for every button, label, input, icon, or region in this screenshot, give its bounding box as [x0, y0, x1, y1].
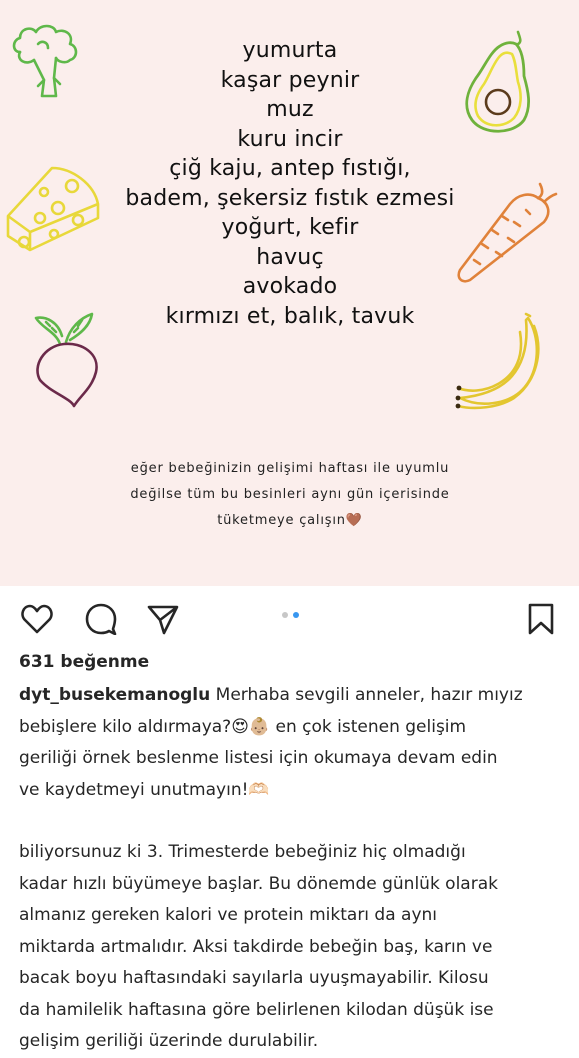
- action-bar: [0, 586, 579, 650]
- caption-text: Merhaba sevgili anneler, hazır mıyız: [215, 685, 523, 705]
- caption: dyt_busekemanoglu Merhaba sevgili annele…: [19, 680, 567, 1058]
- note-line: eğer bebeğinizin gelişimi haftası ile uy…: [130, 461, 450, 476]
- food-item: kuru incir: [237, 126, 343, 152]
- food-list: yumurta kaşar peynir muz kuru incir çiğ …: [90, 36, 490, 331]
- carousel-indicator: [282, 612, 299, 618]
- food-item: yoğurt, kefir: [221, 215, 359, 240]
- caption-line: miktarda artmalıdır. Aksi takdirde bebeğ…: [19, 936, 493, 957]
- food-item: havuç: [256, 244, 324, 270]
- food-item: avokado: [242, 274, 338, 299]
- caption-line: bebişlere kilo aldırmaya?😍👶🏼 en çok iste…: [19, 716, 467, 737]
- cheese-icon: [6, 166, 100, 252]
- note-line: tüketmeye çalışın🤎: [217, 513, 363, 528]
- carousel-dot-active[interactable]: [293, 612, 299, 618]
- username-link[interactable]: dyt_busekemanoglu: [19, 685, 210, 705]
- comment-icon[interactable]: [84, 602, 118, 636]
- food-item: çiğ kaju, antep fıstığı,: [169, 156, 411, 181]
- share-icon[interactable]: [146, 602, 180, 636]
- caption-line: da hamilelik haftasına göre belirlenen k…: [19, 999, 494, 1020]
- food-item: muz: [266, 97, 314, 122]
- bookmark-icon[interactable]: [524, 602, 558, 636]
- likes-count[interactable]: 631 beğenme: [19, 652, 149, 672]
- caption-line: ve kaydetmeyi unutmayın!🫶🏻: [19, 779, 270, 800]
- food-item: kırmızı et, balık, tavuk: [165, 303, 415, 329]
- food-item: kaşar peynir: [220, 67, 360, 93]
- caption-line: kadar hızlı büyümeye başlar. Bu dönemde …: [19, 873, 498, 894]
- caption-line: gelişim geriliği üzerinde durulabilir.: [19, 1031, 319, 1051]
- note-line: değilse tüm bu besinleri aynı gün içeris…: [130, 487, 450, 502]
- caption-line: almanız gereken kalori ve protein miktar…: [19, 905, 438, 925]
- post-note: eğer bebeğinizin gelişimi haftası ile uy…: [80, 456, 500, 534]
- food-item: yumurta: [242, 38, 338, 63]
- broccoli-icon: [12, 24, 78, 98]
- caption-line: geriliği örnek beslenme listesi için oku…: [19, 748, 498, 768]
- carousel-dot[interactable]: [282, 612, 288, 618]
- food-item: badem, şekersiz fıstık ezmesi: [125, 185, 455, 211]
- post-image[interactable]: yumurta kaşar peynir muz kuru incir çiğ …: [0, 0, 579, 586]
- heart-icon[interactable]: [20, 602, 54, 636]
- caption-line: bacak boyu haftasındaki sayılarla uyuşma…: [19, 968, 489, 988]
- caption-line: dyt_busekemanoglu Merhaba sevgili annele…: [19, 680, 567, 712]
- caption-line: biliyorsunuz ki 3. Trimesterde bebeğiniz…: [19, 842, 466, 862]
